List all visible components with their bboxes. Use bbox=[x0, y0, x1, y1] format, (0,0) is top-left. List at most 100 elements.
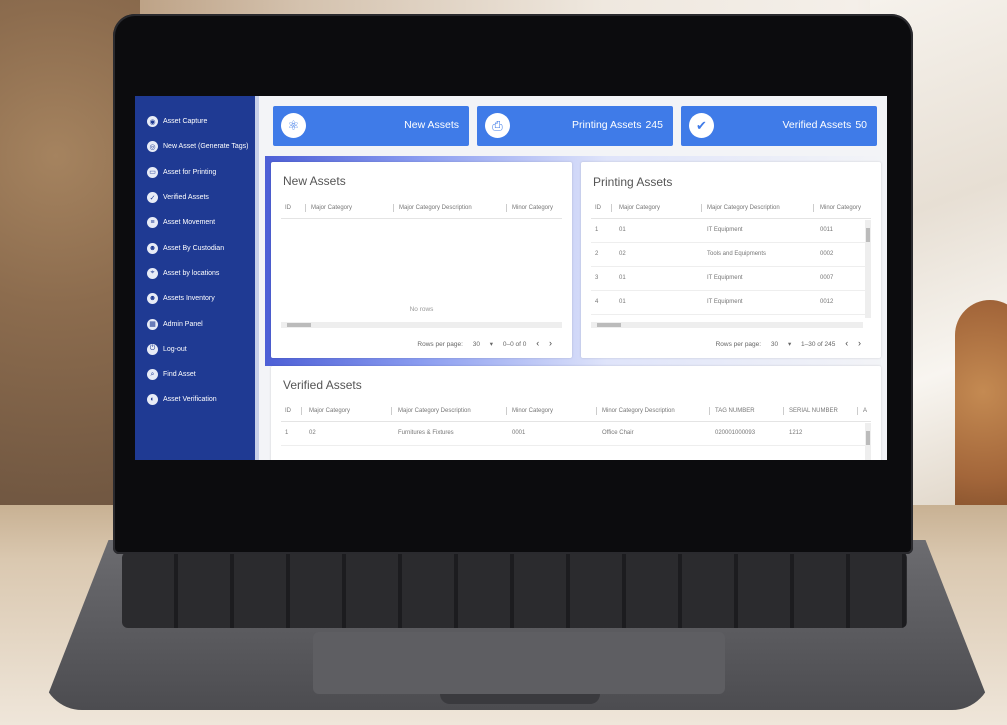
panel-title: Printing Assets bbox=[593, 175, 673, 189]
sidebar-item-label: New Asset (Generate Tags) bbox=[163, 143, 249, 151]
new-assets-panel: New Assets ID Major Category Major Categ… bbox=[271, 162, 572, 358]
column-header[interactable]: ID bbox=[595, 198, 601, 218]
printer-icon: ⎙ bbox=[485, 113, 510, 138]
verified-assets-grid: ID Major Category Major Category Descrip… bbox=[281, 401, 871, 460]
column-header[interactable]: TAG NUMBER bbox=[715, 401, 755, 421]
sidebar-item-label: Asset Verification bbox=[163, 396, 217, 404]
sidebar-item-asset-verification[interactable]: ◐ Asset Verification bbox=[135, 387, 255, 412]
laptop-trackpad bbox=[313, 632, 725, 694]
page-range: 0–0 of 0 bbox=[502, 341, 527, 348]
chevron-left-icon[interactable]: ‹ bbox=[845, 338, 848, 348]
sidebar-item-label: Asset By Custodian bbox=[163, 244, 225, 252]
sidebar-item-label: Find Asset bbox=[163, 371, 196, 379]
printing-assets-card[interactable]: ⎙ Printing Assets 245 bbox=[477, 106, 673, 146]
location-icon: ⌖ bbox=[147, 267, 158, 279]
column-header[interactable]: Minor Category Description bbox=[602, 401, 675, 421]
sidebar-item-verified-assets[interactable]: ✓ Verified Assets bbox=[135, 185, 255, 210]
column-header[interactable]: ID bbox=[285, 198, 291, 218]
pagination: Rows per page: 30 ▾ 0–0 of 0 ‹ › bbox=[417, 338, 560, 348]
empty-state: No rows bbox=[409, 306, 434, 313]
sidebar-item-label: Verified Assets bbox=[163, 194, 209, 202]
grid-header: ID Major Category Major Category Descrip… bbox=[281, 198, 562, 219]
vertical-scrollbar[interactable] bbox=[865, 423, 871, 460]
sidebar-item-asset-movement[interactable]: ≡ Asset Movement bbox=[135, 210, 255, 235]
sidebar-item-find-asset[interactable]: ⌕ Find Asset bbox=[135, 362, 255, 387]
verified-icon: ✓ bbox=[147, 192, 158, 204]
sidebar-item-logout[interactable]: ⏻ Log-out bbox=[135, 337, 255, 362]
column-header[interactable]: A bbox=[863, 401, 867, 421]
app-screen: ◉ Asset Capture ◎ New Asset (Generate Tags… bbox=[135, 96, 887, 460]
vertical-scrollbar[interactable] bbox=[865, 220, 871, 318]
column-header[interactable]: Major Category bbox=[311, 198, 352, 218]
find-icon: ⌕ bbox=[147, 369, 158, 381]
logout-icon: ⏻ bbox=[147, 343, 158, 355]
sidebar-item-label: Assets Inventory bbox=[163, 295, 215, 303]
chevron-right-icon[interactable]: › bbox=[858, 338, 861, 348]
sidebar-item-admin-panel[interactable]: ▦ Admin Panel bbox=[135, 311, 255, 336]
inventory-icon: ☻ bbox=[147, 293, 158, 305]
capture-icon: ◉ bbox=[147, 116, 158, 128]
new-assets-card[interactable]: ⚛ New Assets bbox=[273, 106, 469, 146]
laptop-front-notch bbox=[440, 694, 600, 704]
sidebar-item-asset-printing[interactable]: ▭ Asset for Printing bbox=[135, 160, 255, 185]
background-vase bbox=[955, 300, 1007, 530]
table-row[interactable]: 1 01 IT Equipment 0011 bbox=[591, 218, 871, 243]
sidebar-item-label: Asset Movement bbox=[163, 219, 216, 227]
column-header[interactable]: Major Category bbox=[309, 401, 350, 421]
rows-per-page-label: Rows per page: bbox=[715, 341, 762, 348]
printing-assets-grid: ID Major Category Major Category Descrip… bbox=[591, 198, 871, 330]
laptop-keyboard bbox=[122, 552, 907, 628]
grid-header: ID Major Category Major Category Descrip… bbox=[281, 401, 871, 422]
verified-doc-icon: ✔ bbox=[689, 113, 714, 138]
movement-icon: ≡ bbox=[147, 217, 158, 229]
sidebar-item-label: Asset by locations bbox=[163, 269, 220, 277]
main-content: ⚛ New Assets ⎙ Printing Assets 245 ✔ Veri… bbox=[259, 96, 887, 460]
sidebar-item-label: Asset Capture bbox=[163, 118, 208, 126]
sidebar-item-label: Admin Panel bbox=[163, 320, 203, 328]
rows-per-page-select[interactable]: 30 ▾ bbox=[473, 341, 493, 348]
column-header[interactable]: Minor Category bbox=[512, 198, 553, 218]
grid-header: ID Major Category Major Category Descrip… bbox=[591, 198, 871, 219]
rows-per-page-label: Rows per page: bbox=[417, 341, 463, 348]
printing-assets-panel: Printing Assets ID Major Category Major … bbox=[581, 162, 881, 358]
column-header[interactable]: SERIAL NUMBER bbox=[789, 401, 838, 421]
sidebar-item-asset-capture[interactable]: ◉ Asset Capture bbox=[135, 109, 255, 134]
sidebar-item-label: Log-out bbox=[163, 345, 187, 353]
column-header[interactable]: Major Category bbox=[619, 198, 660, 218]
column-header[interactable]: Major Category Description bbox=[398, 401, 471, 421]
column-header[interactable]: Major Category Description bbox=[399, 198, 472, 218]
sidebar-item-assets-inventory[interactable]: ☻ Assets Inventory bbox=[135, 286, 255, 311]
chevron-left-icon[interactable]: ‹ bbox=[536, 338, 539, 348]
horizontal-scrollbar[interactable] bbox=[281, 322, 562, 328]
chevron-right-icon[interactable]: › bbox=[549, 338, 552, 348]
rows-per-page-select[interactable]: 30 ▾ bbox=[771, 341, 791, 348]
panel-title: New Assets bbox=[283, 174, 346, 188]
card-count: 245 bbox=[645, 119, 663, 131]
verification-icon: ◐ bbox=[147, 394, 158, 406]
panel-title: Verified Assets bbox=[283, 378, 362, 392]
table-row[interactable]: 1 02 Furnitures & Fixtures 0001 Office C… bbox=[281, 421, 871, 446]
sidebar-item-asset-custodian[interactable]: ☻ Asset By Custodian bbox=[135, 235, 255, 260]
card-label: Printing Assets bbox=[572, 119, 642, 131]
admin-icon: ▦ bbox=[147, 318, 158, 330]
table-row[interactable]: 3 01 IT Equipment 0007 bbox=[591, 266, 871, 291]
card-label: Verified Assets bbox=[782, 119, 852, 131]
card-label: New Assets bbox=[404, 119, 459, 131]
page-range: 1–30 of 245 bbox=[801, 341, 836, 348]
column-header[interactable]: ID bbox=[285, 401, 291, 421]
sidebar-item-new-asset[interactable]: ◎ New Asset (Generate Tags) bbox=[135, 134, 255, 159]
column-header[interactable]: Minor Category bbox=[820, 198, 861, 218]
sidebar-item-asset-locations[interactable]: ⌖ Asset by locations bbox=[135, 261, 255, 286]
card-count: 50 bbox=[855, 119, 867, 131]
tag-icon: ◎ bbox=[147, 141, 158, 153]
sidebar-item-label: Asset for Printing bbox=[163, 168, 217, 176]
summary-cards: ⚛ New Assets ⎙ Printing Assets 245 ✔ Veri… bbox=[273, 106, 878, 146]
column-header[interactable]: Major Category Description bbox=[707, 198, 780, 218]
verified-assets-card[interactable]: ✔ Verified Assets 50 bbox=[681, 106, 877, 146]
column-header[interactable]: Minor Category bbox=[512, 401, 553, 421]
table-row[interactable]: 4 01 IT Equipment 0012 bbox=[591, 290, 871, 315]
atom-icon: ⚛ bbox=[281, 113, 306, 138]
verified-assets-panel: Verified Assets ID Major Category Major … bbox=[271, 366, 881, 460]
horizontal-scrollbar[interactable] bbox=[591, 322, 863, 328]
table-row[interactable]: 2 02 Tools and Equipments 0002 bbox=[591, 242, 871, 267]
